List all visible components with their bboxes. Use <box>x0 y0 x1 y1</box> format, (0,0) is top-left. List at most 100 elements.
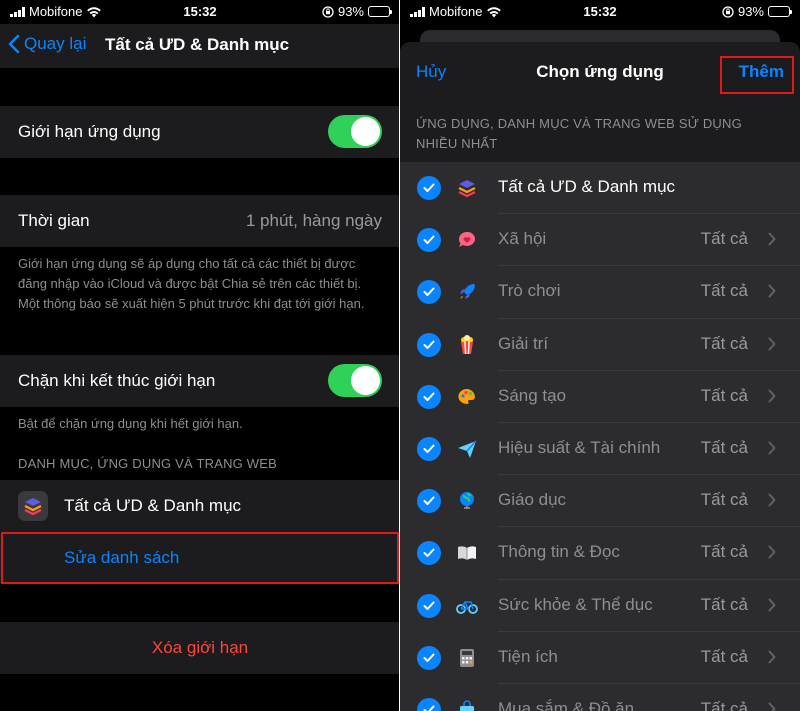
highlight-box-add <box>720 56 794 94</box>
category-value: Tất cả <box>700 229 748 249</box>
checkmark-icon[interactable] <box>417 176 441 200</box>
category-label: Sáng tạo <box>498 385 567 405</box>
stack-icon <box>18 491 48 521</box>
time-value: 1 phút, hàng ngày <box>245 211 382 230</box>
choose-apps-sheet: Hủy Chọn ứng dụng Thêm ỨNG DỤNG, DANH MỤ… <box>400 42 800 711</box>
popcorn-icon <box>455 333 479 357</box>
page-title: Tất cả ƯD & Danh mục <box>105 35 290 54</box>
checkmark-icon[interactable] <box>417 436 441 461</box>
battery-percent: 93% <box>337 4 364 19</box>
category-row[interactable]: Tất cả ƯD & Danh mục <box>400 162 800 215</box>
app-category-list: Tất cả ƯD & Danh mục Xã hội Tất cả Trò c… <box>400 162 800 711</box>
delete-limit-label: Xóa giới hạn <box>151 638 249 657</box>
all-apps-label: Tất cả ƯD & Danh mục <box>64 496 242 515</box>
category-label: Giáo dục <box>498 490 567 510</box>
globe-icon <box>455 489 479 513</box>
status-bar: Mobifone 15:32 93% <box>400 0 800 24</box>
category-label: Tất cả ƯD & Danh mục <box>498 177 676 196</box>
app-limit-label: Giới hạn ứng dụng <box>18 122 161 141</box>
category-row[interactable]: Hiệu suất & Tài chính Tất cả <box>400 423 800 476</box>
chevron-right-icon <box>768 598 776 611</box>
category-label: Giải trí <box>498 333 549 353</box>
shopping-bag-icon <box>455 698 479 711</box>
book-icon <box>455 541 479 565</box>
category-value: Tất cả <box>700 490 748 510</box>
category-row[interactable]: Giáo dục Tất cả <box>400 475 800 528</box>
category-label: Hiệu suất & Tài chính <box>498 437 661 457</box>
category-label: Mua sắm & Đồ ăn <box>498 698 635 711</box>
app-limit-cell: Giới hạn ứng dụng <box>0 106 400 158</box>
section-header: DANH MỤC, ỨNG DỤNG VÀ TRANG WEB <box>18 456 278 471</box>
checkmark-icon[interactable] <box>417 593 441 618</box>
category-label: Sức khỏe & Thể dục <box>498 594 653 614</box>
checkmark-icon[interactable] <box>417 697 441 711</box>
checkmark-icon[interactable] <box>417 280 441 305</box>
sheet-section-header: ỨNG DỤNG, DANH MỤC VÀ TRANG WEB SỬ DỤNG … <box>416 116 742 151</box>
category-label: Tiện ích <box>498 646 558 666</box>
category-value: Tất cả <box>700 385 748 405</box>
status-bar: Mobifone 15:32 93% <box>0 0 400 24</box>
chat-heart-icon <box>455 228 479 252</box>
category-value: Tất cả <box>700 437 748 457</box>
category-row[interactable]: Sức khỏe & Thể dục Tất cả <box>400 580 800 632</box>
block-toggle[interactable] <box>328 364 382 397</box>
chevron-right-icon <box>768 337 776 351</box>
category-row[interactable]: Trò chơi Tất cả <box>400 266 800 319</box>
chevron-right-icon <box>768 650 776 664</box>
chevron-right-icon <box>768 389 776 403</box>
checkmark-icon[interactable] <box>417 332 441 357</box>
battery-icon <box>768 6 792 17</box>
bicycle-icon <box>455 594 479 618</box>
back-button[interactable]: Quay lại <box>8 34 86 54</box>
app-limit-toggle[interactable] <box>328 115 382 148</box>
category-row[interactable]: Sáng tạo Tất cả <box>400 371 800 423</box>
checkmark-icon[interactable] <box>417 384 441 409</box>
chevron-right-icon <box>768 545 776 559</box>
choose-apps-screen: Mobifone 15:32 93% Hủy Chọn ứng dụng Thê… <box>400 0 800 711</box>
category-row[interactable]: Mua sắm & Đồ ăn Tất cả <box>400 684 800 711</box>
chevron-left-icon <box>8 34 20 54</box>
category-row[interactable]: Thông tin & Đọc Tất cả <box>400 527 800 580</box>
chevron-right-icon <box>768 702 776 711</box>
stack-icon <box>455 176 479 200</box>
delete-limit-button[interactable]: Xóa giới hạn <box>0 622 400 674</box>
status-right: 93% <box>722 4 792 19</box>
category-row[interactable]: Giải trí Tất cả <box>400 319 800 371</box>
category-value: Tất cả <box>700 333 748 353</box>
checkmark-icon[interactable] <box>417 489 441 514</box>
highlight-box-edit-list <box>1 532 399 584</box>
category-value: Tất cả <box>700 594 748 614</box>
paper-plane-icon <box>455 437 479 461</box>
status-right: 93% <box>322 4 392 19</box>
category-label: Xã hội <box>498 229 547 249</box>
orientation-lock-icon <box>722 5 734 18</box>
chevron-right-icon <box>768 493 776 507</box>
back-label: Quay lại <box>24 34 87 53</box>
time-footnote: Giới hạn ứng dụng sẽ áp dụng cho tất cả … <box>18 256 365 311</box>
block-cell: Chặn khi kết thúc giới hạn <box>0 355 400 407</box>
category-value: Tất cả <box>700 646 748 666</box>
block-label: Chặn khi kết thúc giới hạn <box>18 371 216 390</box>
category-label: Trò chơi <box>498 281 561 301</box>
block-footnote: Bật để chặn ứng dụng khi hết giới hạn. <box>18 416 243 431</box>
rocket-icon <box>455 280 479 304</box>
time-cell[interactable]: Thời gian 1 phút, hàng ngày <box>0 195 400 247</box>
orientation-lock-icon <box>322 5 334 18</box>
checkmark-icon[interactable] <box>417 541 441 566</box>
calculator-icon <box>455 646 479 670</box>
toggle-knob <box>351 117 380 146</box>
category-row[interactable]: Tiện ích Tất cả <box>400 632 800 684</box>
checkmark-icon[interactable] <box>417 645 441 670</box>
category-value: Tất cả <box>700 698 748 711</box>
settings-screen: Mobifone 15:32 93% Quay lại Tất cả ƯD & … <box>0 0 400 711</box>
chevron-right-icon <box>768 232 776 246</box>
chevron-right-icon <box>768 284 776 298</box>
category-value: Tất cả <box>700 542 748 562</box>
category-row[interactable]: Xã hội Tất cả <box>400 214 800 267</box>
all-apps-cell: Tất cả ƯD & Danh mục <box>0 480 400 532</box>
category-value: Tất cả <box>700 281 748 301</box>
battery-icon <box>368 6 392 17</box>
checkmark-icon[interactable] <box>417 228 441 253</box>
toggle-knob <box>351 366 380 395</box>
battery-percent: 93% <box>737 4 764 19</box>
